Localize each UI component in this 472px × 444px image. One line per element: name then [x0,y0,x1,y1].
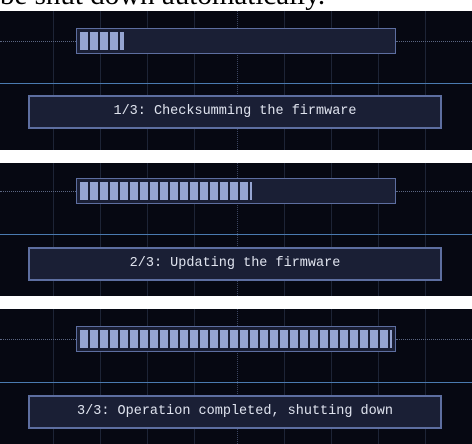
progress-bar-fill [80,32,124,50]
update-screen-stage-3: 3/3: Operation completed, shutting down [0,309,472,444]
grid-line [425,11,426,150]
separator-line [0,83,472,84]
firmware-update-figure: be shut down automatically. 1/3: Checksu… [0,0,472,444]
status-message: 1/3: Checksumming the firmware [28,95,442,129]
status-message: 3/3: Operation completed, shutting down [28,395,442,429]
trace-dotted-right [396,41,472,42]
caption-text: be shut down automatically. [0,0,472,10]
update-screen-stage-1: 1/3: Checksumming the firmware [0,11,472,150]
trace-dotted-left [0,339,76,340]
separator-line [0,234,472,235]
progress-bar [76,326,396,352]
trace-dotted-right [396,339,472,340]
progress-bar-fill [80,182,252,200]
progress-bar-fill [80,330,392,348]
separator-line [0,382,472,383]
trace-dotted-right [396,191,472,192]
grid-line [53,11,54,150]
progress-bar [76,28,396,54]
update-screen-stage-2: 2/3: Updating the firmware [0,163,472,296]
progress-bar [76,178,396,204]
trace-dotted-left [0,41,76,42]
trace-dotted-left [0,191,76,192]
status-message: 2/3: Updating the firmware [28,247,442,281]
